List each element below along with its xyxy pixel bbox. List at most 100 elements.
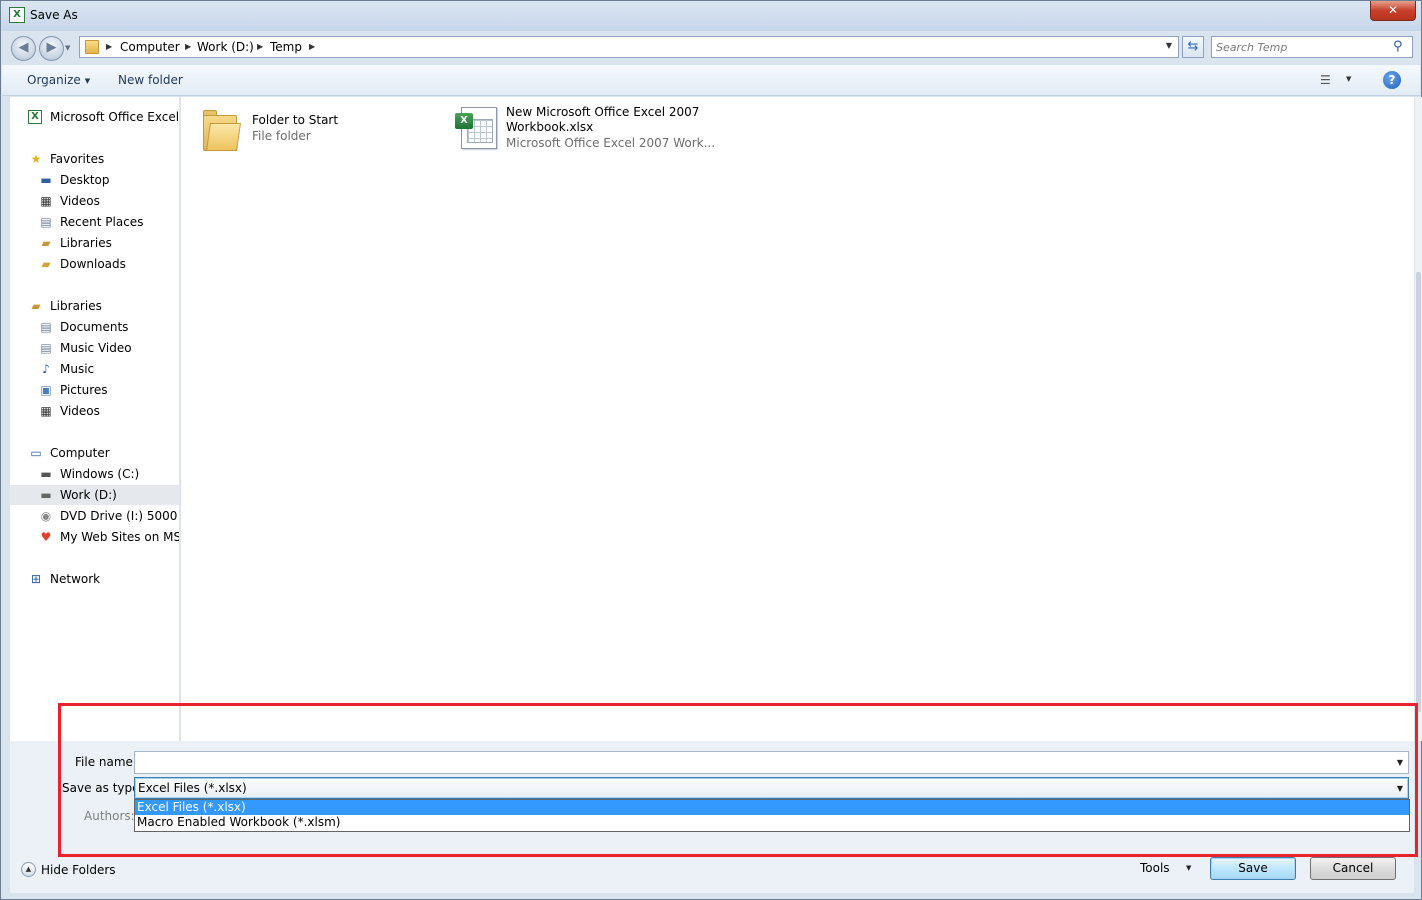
nav-item-label: Pictures bbox=[60, 383, 108, 397]
nav-group-libraries[interactable]: ▰ Libraries bbox=[10, 296, 179, 316]
nav-item-label: Music Video bbox=[60, 341, 132, 355]
chevron-down-icon[interactable]: ▼ bbox=[1397, 784, 1403, 793]
recent-places-icon: ▤ bbox=[40, 215, 52, 229]
address-row: ◀ ▶ ▼ ▶ Computer ▶ Work (D:) ▶ Temp ▶ ▼ … bbox=[1, 31, 1421, 63]
file-list: Folder to Start File folder X New Micros… bbox=[181, 97, 1414, 741]
recent-pages-dropdown-icon[interactable]: ▼ bbox=[65, 44, 70, 52]
file-name-line1: New Microsoft Office Excel 2007 bbox=[506, 105, 700, 119]
nav-item-recent-places[interactable]: ▤ Recent Places bbox=[10, 212, 179, 232]
navigation-pane: X Microsoft Office Excel ★ Favorites ▬ D… bbox=[10, 97, 180, 741]
library-icon: ▰ bbox=[41, 236, 51, 250]
hide-folders-button[interactable]: Hide Folders bbox=[41, 863, 116, 877]
excel-icon: X bbox=[28, 110, 42, 124]
film-icon: ▦ bbox=[40, 404, 52, 418]
file-name-input[interactable] bbox=[138, 754, 1378, 771]
save-type-value: Excel Files (*.xlsx) bbox=[138, 781, 247, 795]
nav-item-label: Libraries bbox=[60, 236, 112, 250]
nav-item-music[interactable]: ♪ Music bbox=[10, 359, 179, 379]
save-type-option-xlsm[interactable]: Macro Enabled Workbook (*.xlsm) bbox=[135, 815, 1409, 830]
nav-item-label: Desktop bbox=[60, 173, 110, 187]
chevron-right-icon[interactable]: ▶ bbox=[257, 42, 263, 51]
nav-item-office-excel[interactable]: X Microsoft Office Excel bbox=[10, 107, 179, 127]
system-drive-icon: ▬ bbox=[40, 467, 52, 481]
new-folder-button[interactable]: New folder bbox=[118, 73, 183, 87]
breadcrumb-work-d[interactable]: Work (D:) bbox=[197, 40, 254, 54]
save-button[interactable]: Save bbox=[1210, 857, 1296, 880]
back-button[interactable]: ◀ bbox=[11, 36, 36, 61]
film-icon: ▦ bbox=[40, 194, 52, 208]
save-type-option-xlsx[interactable]: Excel Files (*.xlsx) bbox=[135, 800, 1409, 815]
library-icon: ▰ bbox=[31, 299, 41, 313]
folder-icon bbox=[85, 40, 99, 54]
help-icon[interactable]: ? bbox=[1383, 71, 1401, 89]
excel-app-icon: X bbox=[9, 7, 25, 23]
file-item-excel-workbook[interactable]: X New Microsoft Office Excel 2007 Workbo… bbox=[453, 105, 715, 161]
nav-group-label: Favorites bbox=[50, 152, 105, 166]
folder-icon bbox=[199, 107, 241, 153]
excel-file-icon: X bbox=[453, 105, 499, 151]
search-input[interactable] bbox=[1216, 39, 1386, 55]
nav-group-label: Libraries bbox=[50, 299, 102, 313]
nav-item-pictures[interactable]: ▣ Pictures bbox=[10, 380, 179, 400]
file-name-field[interactable]: ▼ bbox=[134, 751, 1409, 774]
title-bar: X Save As ✕ bbox=[1, 1, 1421, 31]
vertical-scrollbar[interactable] bbox=[1414, 97, 1422, 741]
view-dropdown-icon[interactable]: ▼ bbox=[1346, 75, 1351, 83]
drive-icon: ▬ bbox=[40, 488, 52, 502]
chevron-down-icon[interactable]: ▼ bbox=[1186, 864, 1191, 872]
window-title: Save As bbox=[30, 8, 78, 22]
chevron-right-icon[interactable]: ▶ bbox=[185, 42, 191, 51]
file-item-folder[interactable]: Folder to Start File folder bbox=[199, 107, 419, 163]
breadcrumb-temp[interactable]: Temp bbox=[270, 40, 302, 54]
nav-item-music-video[interactable]: ▤ Music Video bbox=[10, 338, 179, 358]
forward-button[interactable]: ▶ bbox=[39, 36, 64, 61]
nav-group-network[interactable]: ⊞ Network bbox=[10, 569, 179, 589]
search-box[interactable]: ⚲ bbox=[1211, 36, 1413, 58]
nav-item-label: Videos bbox=[60, 404, 100, 418]
pictures-icon: ▣ bbox=[40, 383, 52, 397]
address-bar[interactable]: ▶ Computer ▶ Work (D:) ▶ Temp ▶ ▼ bbox=[79, 36, 1179, 58]
nav-item-dvd-drive[interactable]: ◉ DVD Drive (I:) 5000 Ter bbox=[10, 506, 179, 526]
nav-item-videos[interactable]: ▦ Videos bbox=[10, 191, 179, 211]
nav-item-downloads[interactable]: ▰ Downloads bbox=[10, 254, 179, 274]
tools-button[interactable]: Tools bbox=[1140, 861, 1170, 875]
dialog-footer bbox=[10, 856, 1414, 893]
star-icon: ★ bbox=[30, 152, 42, 166]
desktop-icon: ▬ bbox=[40, 173, 52, 187]
scrollbar-thumb[interactable] bbox=[1416, 272, 1421, 712]
computer-icon: ▭ bbox=[30, 446, 42, 460]
network-icon: ⊞ bbox=[30, 572, 42, 586]
nav-group-favorites[interactable]: ★ Favorites bbox=[10, 149, 179, 169]
nav-item-desktop[interactable]: ▬ Desktop bbox=[10, 170, 179, 190]
collapse-up-icon[interactable]: ▲ bbox=[21, 862, 36, 877]
nav-item-library-videos[interactable]: ▦ Videos bbox=[10, 401, 179, 421]
nav-item-documents[interactable]: ▤ Documents bbox=[10, 317, 179, 337]
chevron-right-icon[interactable]: ▶ bbox=[106, 42, 112, 51]
save-type-label-text: Save as type: bbox=[62, 781, 144, 795]
breadcrumb-computer[interactable]: Computer bbox=[120, 40, 180, 54]
nav-item-msn-sites[interactable]: ♥ My Web Sites on MSN bbox=[10, 527, 179, 547]
refresh-button[interactable]: ⇆ bbox=[1182, 36, 1204, 58]
change-view-icon[interactable]: ☰ bbox=[1320, 73, 1336, 87]
file-name-label: File name: bbox=[75, 755, 137, 769]
chevron-down-icon: ▼ bbox=[84, 76, 91, 85]
dvd-drive-icon: ◉ bbox=[40, 509, 52, 523]
chevron-down-icon[interactable]: ▼ bbox=[1397, 758, 1403, 767]
nav-item-label: Documents bbox=[60, 320, 129, 334]
search-icon[interactable]: ⚲ bbox=[1393, 40, 1407, 54]
nav-item-work-d[interactable]: ▬ Work (D:) bbox=[10, 485, 179, 505]
address-dropdown-icon[interactable]: ▼ bbox=[1166, 41, 1172, 50]
documents-icon: ▤ bbox=[40, 320, 52, 334]
file-name: Folder to Start bbox=[252, 113, 339, 127]
nav-group-computer[interactable]: ▭ Computer bbox=[10, 443, 179, 463]
close-button[interactable]: ✕ bbox=[1370, 1, 1416, 21]
nav-item-label: Recent Places bbox=[60, 215, 144, 229]
file-type: File folder bbox=[252, 129, 311, 143]
cancel-button[interactable]: Cancel bbox=[1310, 857, 1396, 880]
nav-item-label: My Web Sites on MSN bbox=[60, 530, 179, 544]
organize-button[interactable]: Organize ▼ bbox=[27, 73, 90, 87]
nav-item-windows-c[interactable]: ▬ Windows (C:) bbox=[10, 464, 179, 484]
save-type-select[interactable]: Excel Files (*.xlsx) ▼ bbox=[134, 777, 1409, 799]
nav-item-libraries[interactable]: ▰ Libraries bbox=[10, 233, 179, 253]
chevron-right-icon[interactable]: ▶ bbox=[309, 42, 315, 51]
